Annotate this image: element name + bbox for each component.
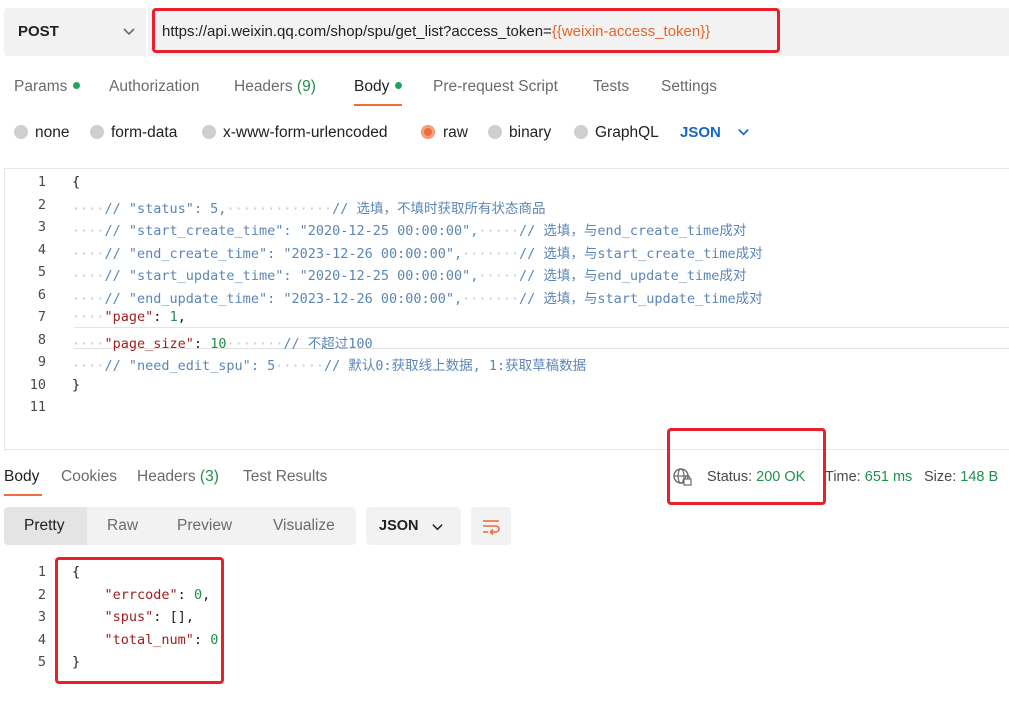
response-time: Time: 651 ms (825, 469, 912, 485)
line-number: 5 (37, 264, 46, 280)
url-highlight-box (152, 8, 780, 53)
tab-body[interactable]: Body (354, 78, 403, 96)
response-line-number: 1 (37, 564, 46, 580)
response-highlight-box (55, 557, 224, 684)
radio-graphql-label[interactable]: GraphQL (595, 124, 659, 142)
tab-settings[interactable]: Settings (661, 78, 717, 96)
response-tab-headers-label: Headers (137, 468, 196, 485)
chevron-down-icon[interactable] (431, 520, 444, 533)
chevron-down-icon[interactable] (122, 24, 136, 38)
line-number: 3 (37, 219, 46, 235)
code-line: ····// "start_update_time": "2020-12-25 … (72, 268, 747, 284)
line-number: 9 (37, 354, 46, 370)
tab-headers[interactable]: Headers (9) (234, 78, 316, 96)
status-highlight-box (667, 428, 826, 505)
response-tab-cookies[interactable]: Cookies (61, 468, 117, 486)
line-number: 6 (37, 287, 46, 303)
response-format-label: JSON (379, 518, 419, 534)
size-value: 148 B (960, 469, 999, 485)
line-number: 2 (37, 197, 46, 213)
radio-none-label[interactable]: none (35, 124, 69, 142)
tab-authorization[interactable]: Authorization (109, 78, 199, 96)
radio-binary-label[interactable]: binary (509, 124, 551, 142)
code-line: { (72, 174, 81, 190)
response-tab-headers[interactable]: Headers (3) (137, 468, 219, 486)
line-number: 4 (37, 242, 46, 258)
params-dot-icon (73, 82, 81, 90)
code-line: ····// "status": 5,·············// 选填，不填… (72, 201, 546, 217)
view-preview-button[interactable]: Preview (177, 517, 232, 535)
tab-body-underline (354, 104, 402, 106)
radio-graphql[interactable] (574, 125, 588, 139)
response-line-number: 4 (37, 632, 46, 648)
radio-binary[interactable] (488, 125, 502, 139)
radio-none[interactable] (14, 125, 28, 139)
code-line: } (72, 377, 81, 393)
tab-headers-count: (9) (296, 78, 316, 95)
radio-raw-label[interactable]: raw (443, 124, 468, 142)
view-pretty-button[interactable]: Pretty (24, 517, 64, 535)
time-value: 651 ms (864, 469, 913, 485)
chevron-down-icon[interactable] (737, 125, 750, 138)
size-label: Size: (924, 469, 957, 485)
body-format-select[interactable]: JSON (680, 124, 721, 141)
response-tab-body-underline (4, 494, 42, 496)
view-visualize-button[interactable]: Visualize (273, 517, 335, 535)
line-number: 8 (37, 332, 46, 348)
response-line-number: 2 (37, 587, 46, 603)
tab-pre-request-script[interactable]: Pre-request Script (433, 78, 558, 96)
wrap-lines-icon[interactable] (481, 516, 501, 536)
line-number: 10 (29, 377, 46, 393)
response-tab-test-results[interactable]: Test Results (243, 468, 327, 486)
radio-raw[interactable] (421, 125, 435, 139)
view-raw-button[interactable]: Raw (107, 517, 138, 535)
tab-params[interactable]: Params (14, 78, 81, 96)
tab-params-label: Params (14, 78, 68, 95)
time-label: Time: (825, 469, 861, 485)
radio-urlencoded[interactable] (202, 125, 216, 139)
response-tab-body[interactable]: Body (4, 468, 39, 486)
code-line: ····// "need_edit_spu": 5······// 默认0:获取… (72, 358, 587, 374)
code-line: ····"page": 1, (72, 309, 186, 325)
tab-body-label: Body (354, 78, 390, 95)
line-number: 1 (37, 174, 46, 190)
radio-form-data-label[interactable]: form-data (111, 124, 177, 142)
code-line: ····// "start_create_time": "2020-12-25 … (72, 223, 747, 239)
line-number: 11 (29, 399, 46, 415)
response-line-number: 3 (37, 609, 46, 625)
response-tab-headers-count: (3) (199, 468, 219, 485)
response-size: Size: 148 B (924, 469, 998, 485)
body-dot-icon (395, 82, 403, 90)
radio-form-data[interactable] (90, 125, 104, 139)
code-line: ····"page_size": 10·······// 不超过100 (72, 336, 373, 352)
code-line: ····// "end_update_time": "2023-12-26 00… (72, 291, 763, 307)
radio-urlencoded-label[interactable]: x-www-form-urlencoded (223, 124, 388, 142)
method-label: POST (18, 23, 59, 40)
tab-headers-label: Headers (234, 78, 293, 95)
line-number: 7 (37, 309, 46, 325)
code-line: ····// "end_create_time": "2023-12-26 00… (72, 246, 763, 262)
response-line-number: 5 (37, 654, 46, 670)
tab-tests[interactable]: Tests (593, 78, 629, 96)
